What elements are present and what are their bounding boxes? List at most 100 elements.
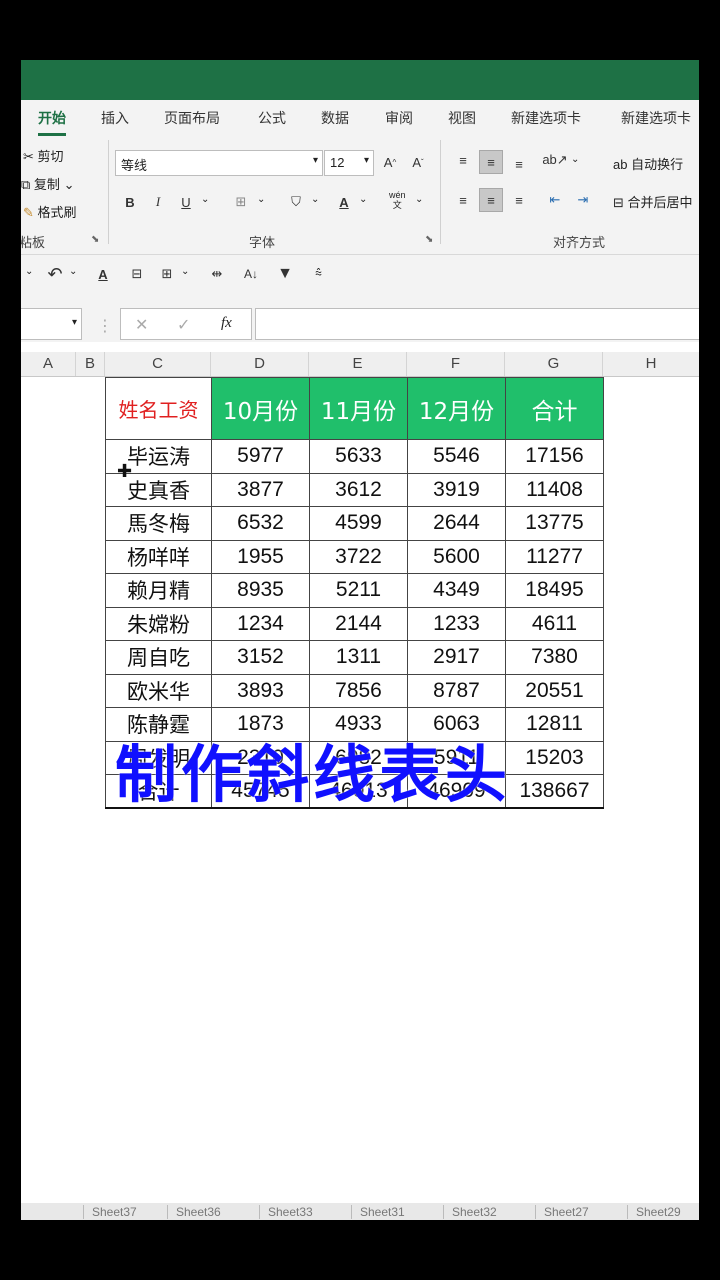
format-painter-button[interactable]: ✎ 格式刷 [23, 202, 77, 221]
column-header-h[interactable]: H [603, 352, 699, 376]
table-cell[interactable]: 7856 [309, 673, 408, 708]
table-cell[interactable]: 合计 [505, 377, 604, 440]
tab-review[interactable]: 审阅 [385, 108, 413, 128]
align-top-icon[interactable]: ≡ [451, 148, 475, 172]
underline-button[interactable]: U [174, 190, 198, 214]
dialog-launcher-icon[interactable]: ⬊ [425, 234, 433, 245]
table-cell[interactable]: 1234 [211, 606, 310, 641]
column-header-f[interactable]: F [407, 352, 505, 376]
filter-icon[interactable]: ▼ [273, 262, 297, 286]
sheet-tab[interactable]: Sheet37 [83, 1205, 145, 1219]
tab-new-1[interactable]: 新建选项卡 [511, 108, 581, 128]
sort-icon[interactable]: A↓ [239, 262, 263, 286]
table-cell[interactable]: 17156 [505, 439, 604, 474]
name-box[interactable]: ▾ [21, 308, 82, 340]
wrap-text-button[interactable]: ab 自动换行 [613, 154, 683, 173]
table-cell[interactable]: 13775 [505, 506, 604, 541]
paste-icon[interactable]: ⊞ [155, 262, 179, 286]
table-cell[interactable]: 馬冬梅 [105, 506, 212, 541]
dialog-launcher-icon[interactable]: ⬊ [91, 234, 99, 245]
column-header-a[interactable]: A [21, 352, 76, 376]
table-cell[interactable]: 7380 [505, 640, 604, 675]
tab-formulas[interactable]: 公式 [258, 108, 286, 128]
check-icon[interactable]: ✓ [177, 315, 190, 335]
table-cell[interactable]: 1955 [211, 539, 310, 574]
tab-new-2[interactable]: 新建选项卡 [621, 108, 691, 128]
align-middle-icon[interactable]: ≡ [479, 150, 503, 174]
undo-icon[interactable]: ↶ [43, 262, 67, 286]
align-left-icon[interactable]: ≡ [451, 188, 475, 212]
sheet-tab[interactable]: Sheet27 [535, 1205, 597, 1219]
font-size-select[interactable]: 12 ▾ [324, 150, 374, 176]
chevron-down-icon[interactable]: ⌄ [415, 194, 423, 205]
table-cell[interactable]: 1233 [407, 606, 506, 641]
table-cell[interactable]: 姓名工资 [105, 377, 212, 440]
formula-input[interactable] [255, 308, 699, 340]
column-header-c[interactable]: C [105, 352, 211, 376]
border-icon[interactable]: ⊞ [229, 190, 253, 214]
column-header-d[interactable]: D [211, 352, 309, 376]
column-header-b[interactable]: B [76, 352, 105, 376]
table-cell[interactable]: 10月份 [211, 377, 310, 440]
table-cell[interactable]: 朱嫦粉 [105, 606, 212, 641]
table-cell[interactable]: 5600 [407, 539, 506, 574]
table-cell[interactable]: 赖月精 [105, 573, 212, 608]
bold-button[interactable]: B [118, 190, 142, 214]
font-color-icon[interactable]: A [332, 190, 356, 214]
font-name-select[interactable]: 等线 ▾ [115, 150, 323, 176]
table-cell[interactable]: 5546 [407, 439, 506, 474]
sheet-tab[interactable]: Sheet31 [351, 1205, 413, 1219]
chevron-down-icon[interactable]: ⌄ [311, 194, 319, 205]
chevron-down-icon[interactable]: ⌄ [181, 266, 189, 277]
table-cell[interactable]: 8787 [407, 673, 506, 708]
column-width-icon[interactable]: ⇹ [205, 262, 229, 286]
table-cell[interactable]: 12月份 [407, 377, 506, 440]
table-cell[interactable]: 8935 [211, 573, 310, 608]
table-cell[interactable]: 11月份 [309, 377, 408, 440]
align-bottom-icon[interactable]: ≡ [507, 152, 531, 176]
sheet-tab[interactable]: Sheet32 [443, 1205, 505, 1219]
merge-center-button[interactable]: ⊟ 合并后居中 [613, 192, 693, 211]
table-cell[interactable]: 15203 [505, 740, 604, 775]
tab-home[interactable]: 开始 [38, 108, 66, 136]
orientation-icon[interactable]: ab↗ [542, 148, 567, 172]
chevron-down-icon[interactable]: ⌄ [257, 194, 265, 205]
table-cell[interactable]: 3612 [309, 472, 408, 507]
table-cell[interactable]: 5211 [309, 573, 408, 608]
align-center-icon[interactable]: ≡ [479, 188, 503, 212]
sheet-tab[interactable]: Sheet33 [259, 1205, 321, 1219]
table-cell[interactable]: 5633 [309, 439, 408, 474]
tab-view[interactable]: 视图 [448, 108, 476, 128]
table-cell[interactable]: 5977 [211, 439, 310, 474]
table-cell[interactable]: 1311 [309, 640, 408, 675]
table-cell[interactable]: 4611 [505, 606, 604, 641]
table-cell[interactable]: 11277 [505, 539, 604, 574]
chevron-down-icon[interactable]: ⌄ [359, 194, 367, 205]
chevron-down-icon[interactable]: ⌄ [571, 154, 579, 165]
tab-page-layout[interactable]: 页面布局 [164, 108, 220, 128]
chevron-down-icon[interactable]: ⌄ [69, 266, 77, 277]
table-icon[interactable]: ⊟ [125, 262, 149, 286]
align-right-icon[interactable]: ≡ [507, 188, 531, 212]
chevron-down-icon[interactable]: ⌄ [25, 266, 33, 277]
table-cell[interactable]: 3722 [309, 539, 408, 574]
table-cell[interactable]: 11408 [505, 472, 604, 507]
italic-button[interactable]: I [146, 190, 170, 214]
phonetic-button[interactable]: wén 文 [389, 190, 406, 210]
increase-indent-icon[interactable]: ⇥ [571, 188, 595, 212]
table-cell[interactable]: 3919 [407, 472, 506, 507]
table-cell[interactable]: 4349 [407, 573, 506, 608]
cancel-icon[interactable]: ✕ [135, 315, 148, 335]
font-color-icon[interactable]: A [91, 262, 115, 286]
column-header-e[interactable]: E [309, 352, 407, 376]
tab-data[interactable]: 数据 [321, 108, 349, 128]
decrease-indent-icon[interactable]: ⇤ [543, 188, 567, 212]
table-cell[interactable]: 3152 [211, 640, 310, 675]
cut-button[interactable]: ✂ 剪切 [23, 146, 64, 165]
fill-color-icon[interactable]: ⛉ [284, 190, 308, 214]
table-cell[interactable]: 3893 [211, 673, 310, 708]
table-cell[interactable]: 2644 [407, 506, 506, 541]
column-header-g[interactable]: G [505, 352, 603, 376]
table-cell[interactable]: 欧米华 [105, 673, 212, 708]
table-cell[interactable]: 2917 [407, 640, 506, 675]
